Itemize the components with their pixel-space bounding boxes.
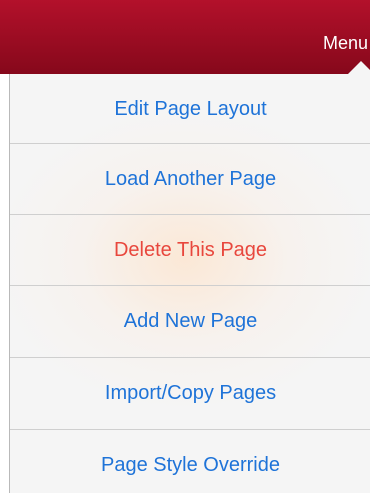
edit-page-layout-button[interactable]: Edit Page Layout	[10, 74, 370, 144]
delete-this-page-button[interactable]: Delete This Page	[10, 215, 370, 285]
popover-arrow	[347, 61, 370, 75]
screen: Menu Edit Page Layout Load Another Page …	[0, 0, 370, 493]
load-another-page-button[interactable]: Load Another Page	[10, 144, 370, 214]
menu-popover: Edit Page Layout Load Another Page Delet…	[9, 74, 370, 493]
navigation-bar: Menu	[0, 0, 370, 74]
add-new-page-button[interactable]: Add New Page	[10, 286, 370, 356]
import-copy-pages-button[interactable]: Import/Copy Pages	[10, 358, 370, 428]
page-style-override-button[interactable]: Page Style Override	[10, 430, 370, 493]
menu-button[interactable]: Menu	[323, 32, 368, 54]
